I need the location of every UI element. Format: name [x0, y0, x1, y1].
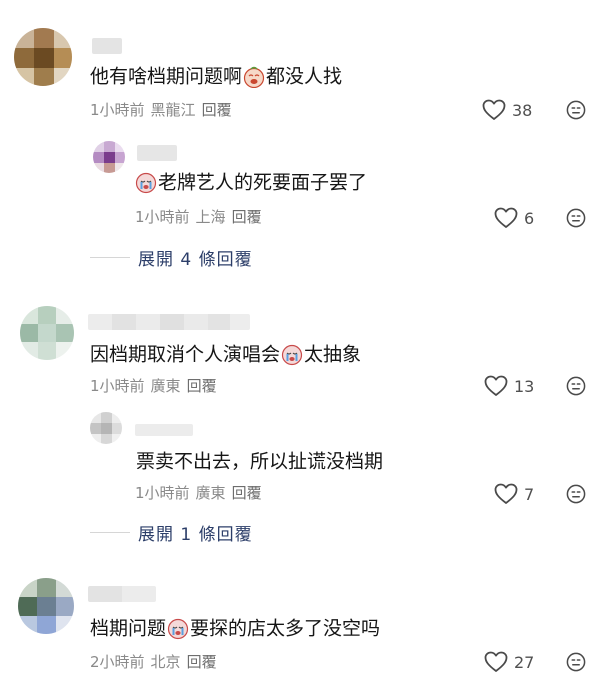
avatar[interactable]	[18, 578, 74, 634]
timestamp: 1小時前	[90, 101, 145, 119]
avatar[interactable]	[20, 306, 74, 360]
username-redacted[interactable]	[137, 145, 177, 161]
like-button[interactable]: 6	[494, 207, 534, 229]
crying-emoji	[281, 344, 303, 365]
emoji-reaction-icon[interactable]	[566, 100, 586, 120]
avatar[interactable]	[90, 412, 122, 444]
like-button[interactable]: 13	[484, 375, 534, 397]
reply-button[interactable]: 回覆	[232, 208, 262, 226]
like-count: 7	[524, 484, 535, 504]
location: 上海	[195, 208, 226, 226]
username-redacted[interactable]	[88, 586, 156, 602]
avatar[interactable]	[14, 28, 72, 86]
heart-icon	[484, 375, 508, 396]
reply-button[interactable]: 回覆	[202, 101, 232, 119]
location: 廣東	[195, 484, 226, 502]
like-count: 27	[514, 652, 535, 672]
avatar[interactable]	[93, 141, 125, 173]
like-count: 38	[512, 100, 533, 120]
like-button[interactable]: 38	[482, 99, 532, 121]
comment-meta: 1小時前 黑龍江 回覆	[90, 101, 238, 119]
reply-meta: 1小時前 上海 回覆	[135, 208, 268, 226]
reply-meta: 1小時前 廣東 回覆	[135, 484, 268, 502]
emoji-reaction-icon[interactable]	[566, 484, 586, 504]
laugh-cry-emoji	[243, 66, 265, 88]
divider	[90, 257, 130, 258]
reply-button[interactable]: 回覆	[187, 377, 217, 395]
username-redacted[interactable]	[88, 314, 250, 330]
timestamp: 1小時前	[135, 484, 190, 502]
username-redacted[interactable]	[92, 38, 122, 54]
location: 廣東	[150, 377, 181, 395]
reply-text: 票卖不出去，所以扯谎没档期	[136, 450, 384, 473]
username-redacted[interactable]	[135, 424, 193, 436]
reply-button[interactable]: 回覆	[187, 653, 217, 671]
crying-emoji	[167, 618, 189, 639]
emoji-reaction-icon[interactable]	[566, 208, 586, 228]
crying-emoji	[135, 172, 157, 193]
emoji-reaction-icon[interactable]	[566, 376, 586, 396]
location: 黑龍江	[150, 101, 196, 119]
like-count: 6	[524, 208, 535, 228]
timestamp: 2小時前	[90, 653, 145, 671]
expand-replies-button[interactable]: 展開 4 條回覆	[90, 245, 253, 270]
comment-text: 档期问题 要探的店太多了没空吗	[90, 617, 381, 640]
like-button[interactable]: 7	[494, 483, 534, 505]
timestamp: 1小時前	[90, 377, 145, 395]
expand-replies-label: 展開 1 條回覆	[138, 525, 253, 545]
comment-meta: 1小時前 廣東 回覆	[90, 377, 223, 395]
heart-icon	[494, 483, 518, 504]
heart-icon	[484, 651, 508, 672]
heart-icon	[494, 207, 518, 228]
comment-meta: 2小時前 北京 回覆	[90, 653, 223, 671]
emoji-reaction-icon[interactable]	[566, 652, 586, 672]
location: 北京	[150, 653, 181, 671]
comment-text: 因档期取消个人演唱会 太抽象	[90, 343, 362, 366]
timestamp: 1小時前	[135, 208, 190, 226]
expand-replies-label: 展開 4 條回覆	[138, 250, 253, 270]
divider	[90, 532, 130, 533]
heart-icon	[482, 99, 506, 120]
like-button[interactable]: 27	[484, 651, 534, 673]
expand-replies-button[interactable]: 展開 1 條回覆	[90, 520, 253, 545]
comment-text: 他有啥档期问题啊 都没人找	[90, 65, 343, 88]
reply-text: 老牌艺人的死要面子罢了	[134, 170, 367, 195]
like-count: 13	[514, 376, 535, 396]
reply-button[interactable]: 回覆	[232, 484, 262, 502]
